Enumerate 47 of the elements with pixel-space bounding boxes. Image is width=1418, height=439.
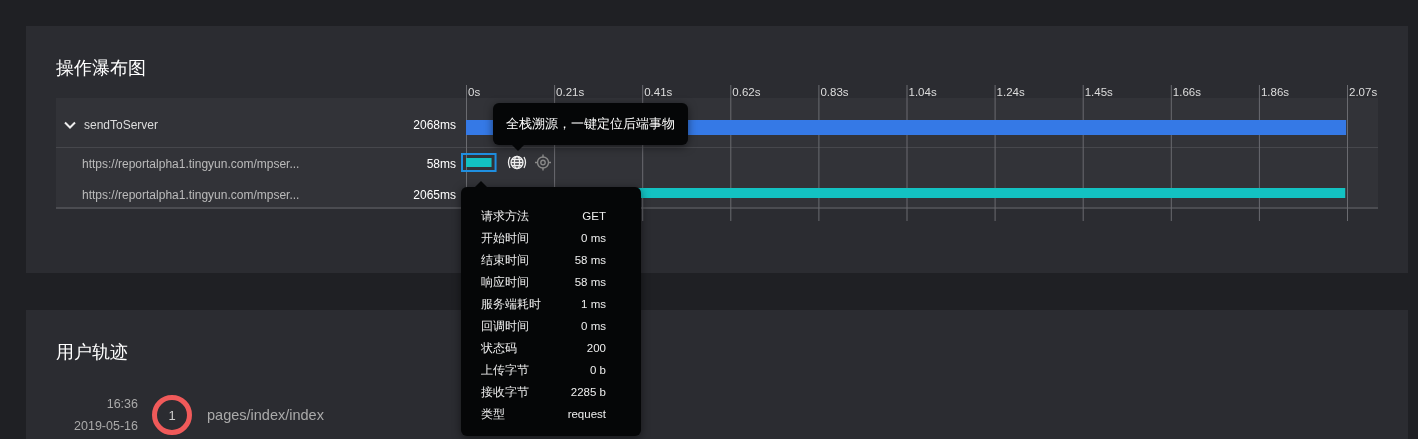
detail-label: 类型 [481, 406, 505, 422]
tick-label: 2.07s [1349, 86, 1378, 98]
tick-label: 0s [468, 86, 481, 98]
detail-value: 0 ms [581, 232, 606, 244]
detail-label: 回调时间 [481, 318, 529, 334]
detail-value: 58 ms [574, 254, 606, 266]
detail-value: 2285 b [570, 386, 606, 398]
detail-label: 服务端耗时 [481, 296, 541, 312]
tick-label: 1.45s [1084, 86, 1113, 98]
duration: 2068ms [413, 118, 456, 132]
page-path: pages/index/index [207, 407, 324, 423]
tick-label: 1.66s [1172, 86, 1201, 98]
detail-value: 200 [586, 342, 606, 354]
hint-tooltip: 全栈溯源，一键定位后端事物 [493, 103, 688, 145]
step-time: 16:36 [106, 396, 138, 413]
detail-label: 上传字节 [481, 362, 529, 378]
tick-label: 0.83s [820, 86, 849, 98]
action-name: sendToServer [84, 118, 160, 132]
detail-value: request [567, 408, 606, 420]
detail-value: GET [582, 210, 606, 222]
globe-icon[interactable] [507, 155, 527, 170]
tick-label: 0.21s [556, 86, 585, 98]
detail-label: 请求方法 [481, 208, 529, 224]
chevron-down-icon[interactable] [64, 121, 76, 129]
tick-label: 1.04s [908, 86, 937, 98]
detail-label: 响应时间 [481, 274, 529, 290]
tick-label: 0.41s [644, 86, 673, 98]
target-icon[interactable] [534, 153, 552, 172]
tick-label: 1.86s [1260, 86, 1290, 98]
detail-label: 结束时间 [481, 252, 529, 268]
request-url: https://reportalpha1.tingyun.com/mpser... [81, 157, 301, 171]
tick-label: 0.62s [732, 86, 761, 98]
detail-value: 58 ms [574, 276, 606, 288]
detail-label: 状态码 [481, 340, 517, 356]
section-title: 操作瀑布图 [56, 57, 147, 80]
detail-value: 0 ms [581, 320, 606, 332]
step-date: 2019-05-16 [74, 418, 138, 435]
request-url: https://reportalpha1.tingyun.com/mpser... [81, 187, 301, 202]
detail-label: 开始时间 [481, 230, 529, 246]
tick-label: 1.24s [996, 86, 1025, 98]
section-title: 用户轨迹 [56, 341, 128, 364]
detail-value: 0 b [590, 364, 606, 376]
duration: 58ms [426, 157, 456, 171]
duration: 2065ms [413, 187, 456, 202]
detail-value: 1 ms [581, 298, 606, 310]
step-number: 1 [152, 395, 192, 435]
detail-label: 接收字节 [481, 384, 529, 400]
